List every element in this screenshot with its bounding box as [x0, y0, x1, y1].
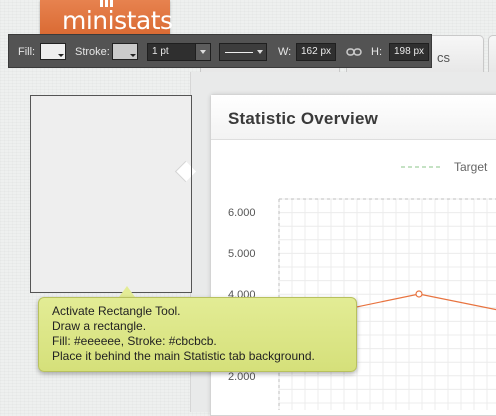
tooltip-line: Fill: #eeeeee, Stroke: #cbcbcb.	[52, 334, 217, 348]
legend-label: Target	[454, 160, 488, 174]
chain-link-icon[interactable]	[346, 46, 362, 58]
chevron-down-icon	[58, 54, 64, 57]
stroke-width-select[interactable]: 1 pt	[147, 43, 211, 61]
stroke-width-value: 1 pt	[152, 46, 169, 57]
height-label: H:	[371, 46, 382, 58]
height-input[interactable]: 198 px	[389, 43, 429, 61]
tab-extra[interactable]	[488, 35, 496, 76]
rectangle-outline	[30, 95, 192, 293]
chevron-down-icon	[257, 50, 263, 54]
width-label: W:	[278, 46, 292, 58]
fill-swatch[interactable]	[40, 43, 66, 60]
stroke-style-select[interactable]	[219, 43, 267, 61]
stroke-line-preview	[225, 52, 253, 53]
y-tick-label: 2.000	[228, 371, 256, 383]
tooltip-line: Activate Rectangle Tool.	[52, 304, 181, 318]
panel-title: Statistic Overview	[228, 109, 379, 128]
logo-text: ministats	[62, 6, 173, 35]
shape-options-toolbar: Fill: Stroke: 1 pt W: 162 px H: 198 px	[8, 34, 432, 68]
tooltip-line: Draw a rectangle.	[52, 319, 147, 333]
stroke-swatch[interactable]	[112, 43, 138, 60]
panel-header: Statistic Overview	[211, 95, 496, 140]
chevron-down-icon	[130, 54, 136, 57]
tooltip-arrow	[119, 286, 135, 297]
chevron-down-icon[interactable]	[195, 44, 210, 60]
tooltip-line: Place it behind the main Statistic tab b…	[52, 349, 315, 363]
y-tick-label: 5.000	[228, 248, 256, 260]
y-tick-label: 6.000	[228, 207, 256, 219]
instruction-tooltip: Activate Rectangle Tool. Draw a rectangl…	[38, 297, 357, 372]
data-point	[415, 290, 423, 298]
width-input[interactable]: 162 px	[296, 43, 336, 61]
fill-label: Fill:	[18, 46, 36, 58]
stroke-label: Stroke:	[75, 46, 110, 58]
tab-statistics-label: cs	[437, 50, 450, 65]
